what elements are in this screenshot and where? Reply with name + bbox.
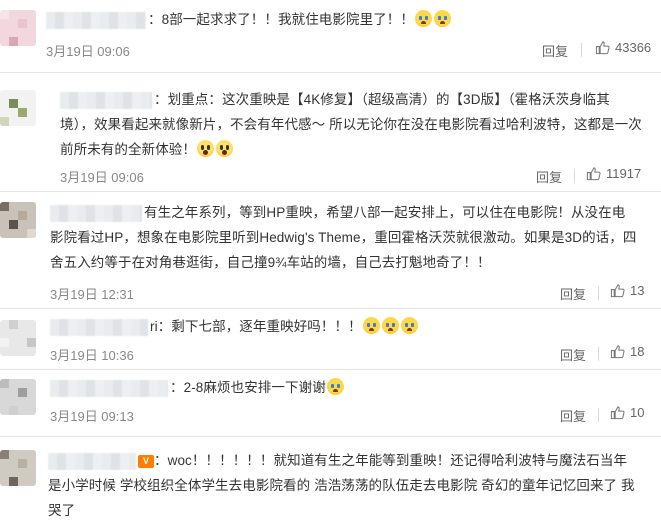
like-count: 10 xyxy=(630,405,645,420)
comment-5: ：2-8麻烦也安排一下谢谢 3月19日 09:13 回复 10 xyxy=(0,373,661,433)
timestamp: 3月19日 10:36 xyxy=(50,348,134,363)
cry-icon xyxy=(381,317,399,334)
like-count: 18 xyxy=(630,344,645,359)
like-button[interactable]: 43366 xyxy=(595,40,651,55)
avatar[interactable] xyxy=(0,202,36,238)
like-count: 13 xyxy=(630,283,645,298)
comment-1: ：8部一起求求了！！我就住电影院里了！！ 3月19日 09:06 回复 4336… xyxy=(0,0,661,70)
comment-2: ：划重点：这次重映是【4K修复】（超级高清）的【3D版】（霍格沃茨身临其 境），… xyxy=(0,80,661,190)
comment-3: 有生之年系列，等到HP重映，希望八部一起安排上，可以住在电影院！从没在电 影院看… xyxy=(0,196,661,308)
timestamp: 3月19日 09:13 xyxy=(50,409,134,424)
avatar[interactable] xyxy=(0,90,36,126)
avatar[interactable] xyxy=(0,450,36,486)
comment-6: V ：woc！！！！！！就知道有生之年能等到重映！还记得哈利波特与魔法石当年 是小… xyxy=(0,442,661,531)
timestamp: 3月19日 12:31 xyxy=(50,287,134,302)
blurred-username[interactable] xyxy=(60,91,152,109)
blurred-username[interactable] xyxy=(50,204,142,222)
divider xyxy=(0,72,661,73)
blurred-username[interactable] xyxy=(46,11,146,29)
timestamp: 3月19日 09:06 xyxy=(60,170,144,185)
cry-icon xyxy=(362,317,380,334)
like-button[interactable]: 10 xyxy=(610,405,644,420)
divider xyxy=(598,408,599,422)
scream-icon xyxy=(216,140,233,157)
reply-button[interactable]: 回复 xyxy=(560,406,586,425)
divider xyxy=(598,347,599,361)
timestamp: 3月19日 09:06 xyxy=(46,44,130,59)
like-count: 11917 xyxy=(606,166,642,181)
reply-button[interactable]: 回复 xyxy=(560,284,586,303)
avatar[interactable] xyxy=(0,379,36,415)
divider xyxy=(0,308,661,309)
comment-text: 有生之年系列，等到HP重映，希望八部一起安排上，可以住在电影院！从没在电 影院看… xyxy=(50,204,637,270)
scream-icon xyxy=(197,140,214,157)
blurred-username[interactable] xyxy=(50,318,148,336)
divider xyxy=(0,436,661,437)
thumbs-up-icon xyxy=(610,345,625,359)
comment-text: ：划重点：这次重映是【4K修复】（超级高清）的【3D版】（霍格沃茨身临其 境），… xyxy=(60,91,642,157)
reply-button[interactable]: 回复 xyxy=(542,41,568,60)
comment-text: ：8部一起求求了！！我就住电影院里了！！ xyxy=(46,7,656,32)
comment-4: ri：剩下七部，逐年重映好吗！！！ 3月19日 10:36 回复 18 xyxy=(0,312,661,370)
cry-icon xyxy=(415,10,433,27)
avatar[interactable] xyxy=(0,320,36,356)
comment-text: V ：woc！！！！！！就知道有生之年能等到重映！还记得哈利波特与魔法石当年 是小… xyxy=(48,452,635,518)
avatar[interactable] xyxy=(0,10,36,46)
divider xyxy=(0,191,661,192)
blurred-username[interactable] xyxy=(50,379,168,397)
divider xyxy=(574,169,575,183)
like-count: 43366 xyxy=(615,40,652,55)
comment-text: ：2-8麻烦也安排一下谢谢 xyxy=(50,375,650,400)
thumbs-up-icon xyxy=(610,284,625,298)
thumbs-up-icon xyxy=(586,167,601,181)
cry-icon xyxy=(400,317,418,334)
divider xyxy=(598,286,599,300)
blurred-username[interactable] xyxy=(48,452,136,470)
divider xyxy=(581,43,582,57)
like-button[interactable]: 18 xyxy=(610,344,644,359)
like-button[interactable]: 13 xyxy=(610,283,644,298)
cry-icon xyxy=(326,378,344,395)
thumbs-up-icon xyxy=(610,406,625,420)
thumbs-up-icon xyxy=(595,41,610,55)
cry-icon xyxy=(434,10,452,27)
reply-button[interactable]: 回复 xyxy=(536,167,562,186)
like-button[interactable]: 11917 xyxy=(586,166,641,181)
comment-text: ri：剩下七部，逐年重映好吗！！！ xyxy=(50,314,650,339)
reply-button[interactable]: 回复 xyxy=(560,345,586,364)
vip-badge-icon: V xyxy=(138,454,154,468)
divider xyxy=(0,369,661,370)
